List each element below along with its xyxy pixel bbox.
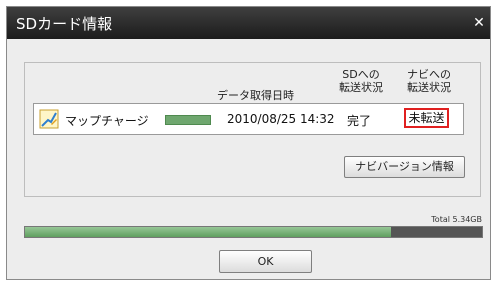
- row-date: 2010/08/25 14:32: [227, 112, 335, 126]
- row-name: マップチャージ: [65, 114, 149, 128]
- table-row[interactable]: マップチャージ 2010/08/25 14:32 完了 未転送: [33, 103, 464, 135]
- header-date: データ取得日時: [217, 89, 294, 102]
- title-bar[interactable]: SDカード情報 ✕: [7, 7, 490, 39]
- pencil-chart-icon: [39, 109, 59, 129]
- header-navi-status-line2: 転送状況: [407, 81, 451, 94]
- header-navi-status-line1: ナビへの: [407, 68, 451, 81]
- navi-version-info-button[interactable]: ナビバージョン情報: [344, 156, 465, 178]
- close-icon[interactable]: ✕: [472, 16, 486, 30]
- header-sd-status: SDへの 転送状況: [336, 68, 386, 94]
- header-navi-status: ナビへの 転送状況: [401, 68, 457, 94]
- header-sd-status-line1: SDへの: [342, 68, 380, 81]
- ok-button[interactable]: OK: [219, 250, 312, 273]
- total-capacity-label: Total 5.34GB: [431, 215, 482, 224]
- row-sd-status: 完了: [347, 114, 372, 128]
- storage-progress-bar: [24, 226, 483, 238]
- dialog-title: SDカード情報: [16, 15, 113, 33]
- sd-card-info-dialog: SDカード情報 ✕ データ取得日時 SDへの 転送状況 ナビへの 転送状況 マッ…: [6, 6, 491, 280]
- row-progress-bar: [165, 115, 211, 125]
- row-navi-status: 未転送: [404, 108, 449, 128]
- header-sd-status-line2: 転送状況: [339, 81, 383, 94]
- storage-progress-fill: [25, 227, 391, 237]
